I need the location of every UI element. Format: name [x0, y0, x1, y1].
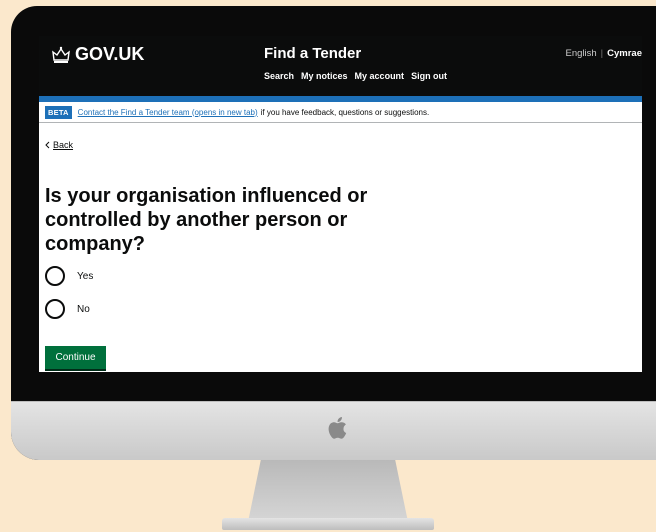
beta-tag: BETA — [45, 105, 72, 119]
apple-logo-icon — [328, 417, 347, 439]
monitor-chin — [11, 401, 656, 460]
service-name[interactable]: Find a Tender — [264, 45, 361, 62]
crown-icon — [52, 46, 70, 63]
radio-circle[interactable] — [45, 299, 65, 319]
monitor-frame: GOV.UK Find a Tender English | Cymrae Sear… — [11, 6, 656, 460]
browser-screen: GOV.UK Find a Tender English | Cymrae Sear… — [39, 36, 642, 372]
feedback-link[interactable]: Contact the Find a Tender team (opens in… — [78, 108, 258, 117]
nav-my-notices[interactable]: My notices — [301, 71, 348, 81]
radio-no[interactable]: No — [45, 299, 90, 319]
monitor-stand — [248, 460, 408, 522]
back-link-label: Back — [53, 140, 74, 150]
phase-banner: BETA Contact the Find a Tender team (ope… — [39, 102, 642, 123]
nav-sign-out[interactable]: Sign out — [411, 71, 447, 81]
radio-circle[interactable] — [45, 266, 65, 286]
language-switcher: English | Cymrae — [565, 48, 643, 59]
back-link[interactable]: Back — [45, 140, 73, 150]
monitor-stand-base — [222, 518, 434, 530]
nav-my-account[interactable]: My account — [355, 71, 405, 81]
radio-label-yes: Yes — [77, 270, 94, 282]
logo-text: GOV.UK — [75, 44, 145, 64]
header-nav: Search My notices My account Sign out — [264, 71, 447, 81]
continue-button[interactable]: Continue — [45, 346, 106, 369]
gov-uk-logo[interactable]: GOV.UK — [51, 44, 144, 65]
chevron-left-icon — [45, 141, 50, 149]
radio-label-no: No — [77, 303, 90, 315]
phase-banner-text: if you have feedback, questions or sugge… — [260, 107, 430, 117]
language-cymraeg[interactable]: Cymrae — [607, 48, 642, 59]
language-english[interactable]: English — [566, 48, 597, 59]
radio-yes[interactable]: Yes — [45, 266, 93, 286]
question-heading: Is your organisation influenced or contr… — [45, 185, 368, 255]
gov-header: GOV.UK Find a Tender English | Cymrae Sear… — [39, 36, 642, 96]
nav-search[interactable]: Search — [264, 71, 294, 81]
